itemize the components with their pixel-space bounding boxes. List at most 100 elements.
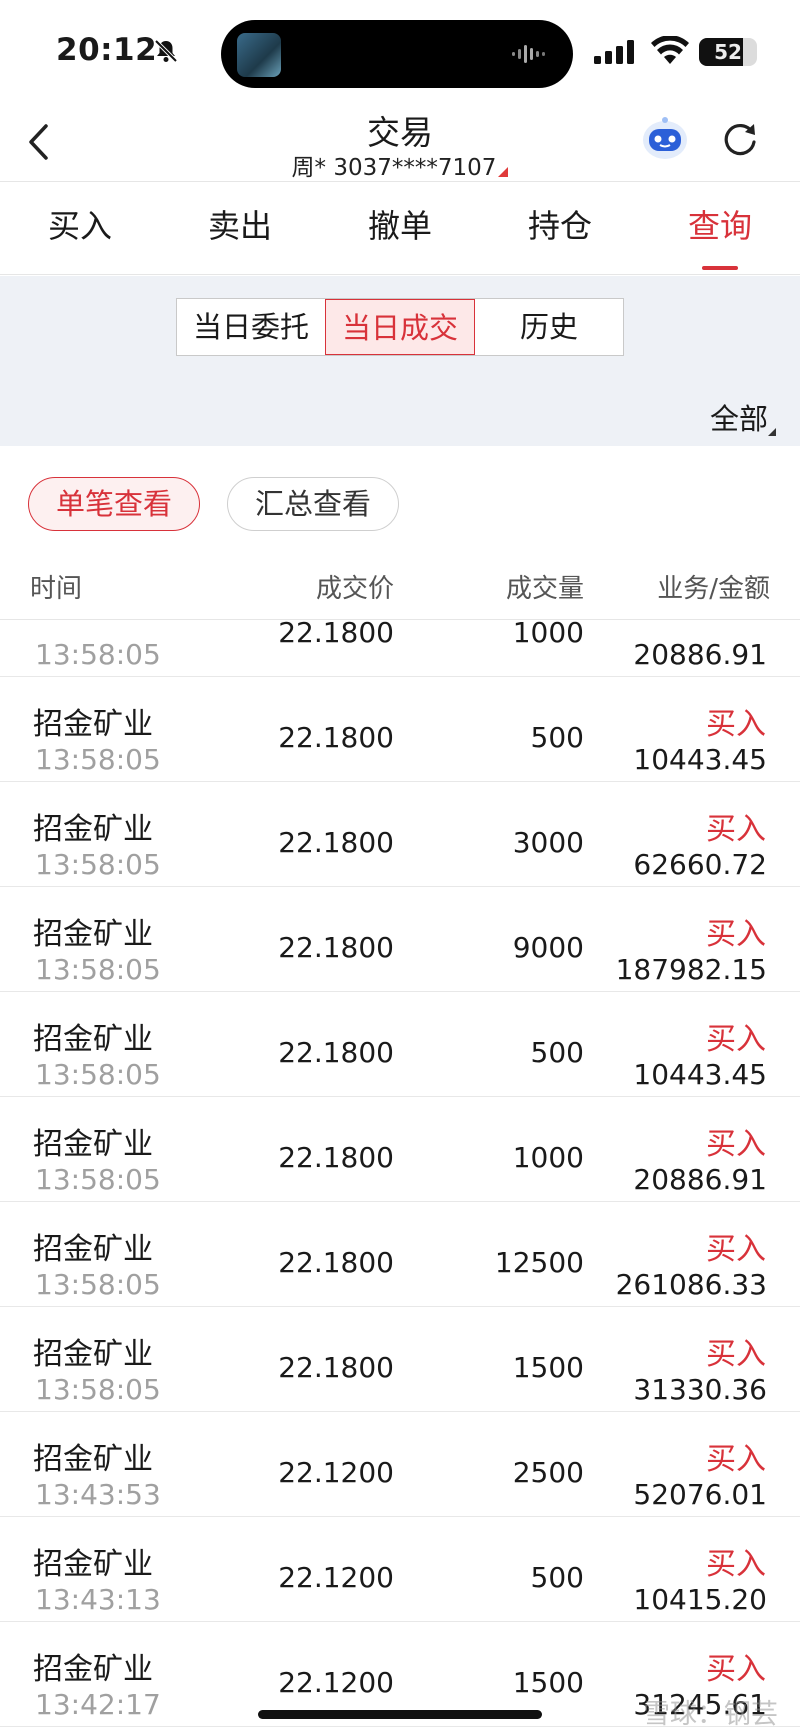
trade-price: 22.1800 (278, 721, 394, 754)
table-row[interactable]: 13:58:05 22.1800 1000 20886.91 (0, 620, 800, 677)
trades-list[interactable]: 13:58:05 22.1800 1000 20886.91 招金矿业 13:58:05 2… (0, 620, 800, 1734)
battery-indicator: 52 (699, 38, 757, 66)
table-row[interactable]: 招金矿业 13:58:05 22.1800 3000 买入 62660.72 (0, 782, 800, 887)
dynamic-island[interactable] (221, 20, 573, 88)
table-row[interactable]: 招金矿业 13:58:05 22.1800 12500 买入 261086.33 (0, 1202, 800, 1307)
dropdown-triangle-icon (498, 167, 509, 177)
trade-time: 13:58:05 (35, 1268, 161, 1301)
status-bar: 20:12 52 (0, 0, 800, 100)
trade-qty: 3000 (512, 826, 584, 859)
business-type: 买入 (706, 1232, 766, 1267)
trade-amount: 52076.01 (633, 1478, 767, 1511)
business-type: 买入 (706, 812, 766, 847)
trade-price: 22.1800 (278, 620, 394, 649)
trade-qty: 2500 (512, 1456, 584, 1489)
trade-qty: 12500 (494, 1246, 584, 1279)
trade-price: 22.1200 (278, 1456, 394, 1489)
trade-amount: 62660.72 (633, 848, 767, 881)
trade-amount: 20886.91 (633, 638, 767, 671)
media-thumbnail (237, 33, 281, 77)
trade-time: 13:58:05 (35, 1373, 161, 1406)
status-time: 20:12 (56, 32, 158, 68)
trade-qty: 1000 (512, 620, 584, 649)
trade-price: 22.1200 (278, 1666, 394, 1699)
nav-header: 交易 周* 3037****7107 (0, 100, 800, 182)
trade-qty: 1500 (512, 1666, 584, 1699)
segment-today-trades[interactable]: 当日成交 (325, 299, 475, 355)
query-options-panel: 当日委托 当日成交 历史 全部 (0, 276, 800, 446)
trade-time: 13:58:05 (35, 638, 161, 671)
column-header-price: 成交价 (315, 574, 394, 604)
segment-history[interactable]: 历史 (475, 299, 623, 355)
trade-price: 22.1800 (278, 1246, 394, 1279)
business-type: 买入 (706, 1127, 766, 1162)
stock-name: 招金矿业 (33, 707, 153, 742)
stock-name: 招金矿业 (33, 1442, 153, 1477)
segment-today-orders[interactable]: 当日委托 (177, 299, 325, 355)
trade-amount: 10415.20 (633, 1583, 767, 1616)
summary-view-button[interactable]: 汇总查看 (227, 477, 399, 531)
table-row[interactable]: 招金矿业 13:58:05 22.1800 500 买入 10443.45 (0, 992, 800, 1097)
account-number: 周* 3037****7107 (291, 155, 497, 181)
trade-tabs: 买入 卖出 撤单 持仓 查询 (0, 183, 800, 275)
trade-time: 13:58:05 (35, 743, 161, 776)
tab-sell[interactable]: 卖出 (160, 183, 320, 274)
trade-time: 13:43:13 (35, 1583, 161, 1616)
table-row[interactable]: 招金矿业 13:58:05 22.1800 500 买入 10443.45 (0, 677, 800, 782)
trade-qty: 500 (530, 1036, 584, 1069)
filter-label: 全部 (709, 402, 768, 436)
table-row[interactable]: 招金矿业 13:58:05 22.1800 9000 买入 187982.15 (0, 887, 800, 992)
trade-price: 22.1800 (278, 1141, 394, 1174)
trade-qty: 9000 (512, 931, 584, 964)
tab-positions[interactable]: 持仓 (480, 183, 640, 274)
stock-name: 招金矿业 (33, 1337, 153, 1372)
filter-dropdown[interactable]: 全部 (709, 396, 776, 438)
home-indicator[interactable] (258, 1710, 542, 1719)
table-row[interactable]: 招金矿业 13:43:13 22.1200 500 买入 10415.20 (0, 1517, 800, 1622)
tab-query[interactable]: 查询 (640, 183, 800, 274)
single-view-button[interactable]: 单笔查看 (28, 477, 200, 531)
stock-name: 招金矿业 (33, 1547, 153, 1582)
wifi-icon (651, 36, 689, 64)
trade-time: 13:58:05 (35, 1163, 161, 1196)
audio-wave-icon (512, 45, 545, 63)
battery-level: 52 (714, 40, 742, 64)
trade-amount: 31330.36 (633, 1373, 767, 1406)
business-type: 买入 (706, 707, 766, 742)
business-type: 买入 (706, 1652, 766, 1687)
trade-time: 13:42:17 (35, 1688, 161, 1721)
column-header-time: 时间 (30, 574, 83, 604)
trade-time: 13:58:05 (35, 848, 161, 881)
trade-qty: 500 (530, 721, 584, 754)
cellular-signal-icon (594, 40, 634, 64)
trade-qty: 1000 (512, 1141, 584, 1174)
table-row[interactable]: 招金矿业 13:43:53 22.1200 2500 买入 52076.01 (0, 1412, 800, 1517)
refresh-icon[interactable] (718, 118, 762, 162)
trade-amount: 10443.45 (633, 1058, 767, 1091)
table-row[interactable]: 招金矿业 13:58:05 22.1800 1000 买入 20886.91 (0, 1097, 800, 1202)
table-row[interactable]: 招金矿业 13:58:05 22.1800 1500 买入 31330.36 (0, 1307, 800, 1412)
stock-name: 招金矿业 (33, 1022, 153, 1057)
stock-name: 招金矿业 (33, 917, 153, 952)
tab-buy[interactable]: 买入 (0, 183, 160, 274)
trade-qty: 500 (530, 1561, 584, 1594)
stock-name: 招金矿业 (33, 1127, 153, 1162)
robot-assistant-icon[interactable] (640, 116, 690, 162)
tab-cancel-order[interactable]: 撤单 (320, 183, 480, 274)
business-type: 买入 (706, 1337, 766, 1372)
segmented-control: 当日委托 当日成交 历史 (176, 298, 624, 356)
table-header: 时间 成交价 成交量 业务/金额 (0, 560, 800, 620)
column-header-qty: 成交量 (505, 574, 584, 604)
stock-name: 招金矿业 (33, 1232, 153, 1267)
trade-time: 13:43:53 (35, 1478, 161, 1511)
trade-amount: 10443.45 (633, 743, 767, 776)
trade-time: 13:58:05 (35, 953, 161, 986)
watermark: 雪球：钢芸 (643, 1699, 778, 1730)
trade-amount: 20886.91 (633, 1163, 767, 1196)
stock-name: 招金矿业 (33, 812, 153, 847)
trade-amount: 261086.33 (615, 1268, 767, 1301)
trade-price: 22.1800 (278, 931, 394, 964)
business-type: 买入 (706, 1442, 766, 1477)
trade-price: 22.1800 (278, 826, 394, 859)
trade-price: 22.1200 (278, 1561, 394, 1594)
